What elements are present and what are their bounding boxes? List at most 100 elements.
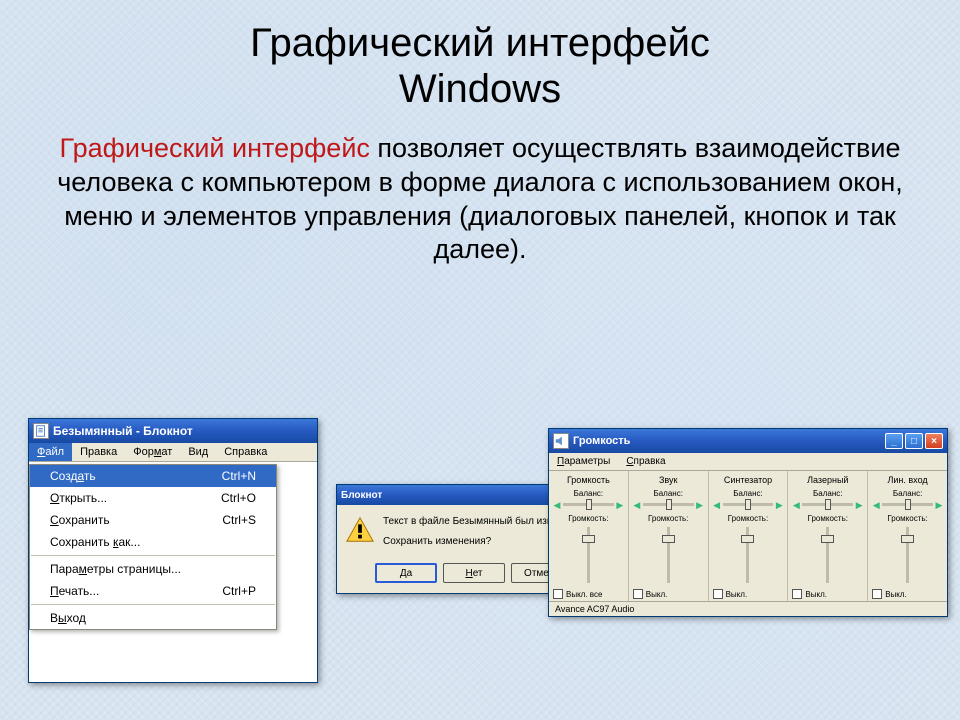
notepad-window: Безымянный - Блокнот Файл Правка Формат … [28, 418, 318, 683]
speaker-icon [553, 433, 569, 449]
notepad-titlebar[interactable]: Безымянный - Блокнот [29, 419, 317, 443]
mute-label: Выкл. [646, 590, 668, 599]
mute-checkbox[interactable] [872, 589, 882, 599]
channel-name: Звук [633, 475, 704, 485]
speaker-right-icon: ▶ [855, 500, 863, 508]
mute-label: Выкл. [885, 590, 907, 599]
volume-thumb[interactable] [901, 535, 914, 543]
mute-row: Выкл. [872, 589, 943, 599]
balance-thumb[interactable] [586, 499, 592, 510]
balance-slider[interactable]: ◀▶ [792, 500, 863, 508]
balance-thumb[interactable] [905, 499, 911, 510]
mixer-channel: ЛазерныйБаланс:◀▶Громкость:Выкл. [788, 471, 868, 601]
no-button[interactable]: Нет [443, 563, 505, 583]
menu-item-print[interactable]: Печать...Ctrl+P [30, 580, 276, 602]
balance-thumb[interactable] [666, 499, 672, 510]
volume-mixer-window: Громкость _ □ × Параметры Справка Громко… [548, 428, 948, 617]
mixer-body: ГромкостьБаланс:◀▶Громкость:Выкл. всеЗву… [549, 471, 947, 601]
volume-thumb[interactable] [582, 535, 595, 543]
volume-slider[interactable] [633, 525, 704, 585]
file-dropdown: СоздатьCtrl+N Открыть...Ctrl+O Сохранить… [29, 464, 277, 630]
volume-slider[interactable] [792, 525, 863, 585]
channel-name: Лазерный [792, 475, 863, 485]
mute-checkbox[interactable] [553, 589, 563, 599]
mixer-status: Avance AC97 Audio [549, 601, 947, 616]
menu-item-exit[interactable]: Выход [30, 607, 276, 629]
channel-name: Лин. вход [872, 475, 943, 485]
mute-label: Выкл. все [566, 590, 602, 599]
volume-slider[interactable] [553, 525, 624, 585]
menu-edit[interactable]: Правка [72, 443, 125, 461]
menu-item-save[interactable]: СохранитьCtrl+S [30, 509, 276, 531]
balance-label: Баланс: [553, 489, 624, 498]
mute-row: Выкл. [633, 589, 704, 599]
title-line-2: Windows [399, 67, 561, 111]
menu-item-saveas[interactable]: Сохранить как... [30, 531, 276, 553]
menu-separator-1 [31, 555, 275, 556]
speaker-left-icon: ◀ [553, 500, 561, 508]
notepad-title: Безымянный - Блокнот [53, 424, 313, 438]
slide-title: Графический интерфейс Windows [0, 0, 960, 112]
volume-thumb[interactable] [821, 535, 834, 543]
warning-icon [345, 515, 375, 545]
mixer-channel: ГромкостьБаланс:◀▶Громкость:Выкл. все [549, 471, 629, 601]
speaker-left-icon: ◀ [633, 500, 641, 508]
volume-label: Громкость: [872, 514, 943, 523]
speaker-right-icon: ▶ [616, 500, 624, 508]
mixer-title: Громкость [573, 435, 885, 447]
volume-slider[interactable] [872, 525, 943, 585]
close-icon[interactable]: × [925, 433, 943, 449]
balance-slider[interactable]: ◀▶ [633, 500, 704, 508]
mute-checkbox[interactable] [713, 589, 723, 599]
mute-row: Выкл. [713, 589, 784, 599]
slide-body: Графический интерфейс позволяет осуществ… [0, 112, 960, 267]
volume-thumb[interactable] [662, 535, 675, 543]
menu-item-create[interactable]: СоздатьCtrl+N [30, 465, 276, 487]
speaker-right-icon: ▶ [935, 500, 943, 508]
mute-row: Выкл. все [553, 589, 624, 599]
mute-label: Выкл. [726, 590, 748, 599]
mixer-menubar: Параметры Справка [549, 453, 947, 471]
menu-item-open[interactable]: Открыть...Ctrl+O [30, 487, 276, 509]
mute-checkbox[interactable] [633, 589, 643, 599]
balance-slider[interactable]: ◀▶ [872, 500, 943, 508]
menu-file[interactable]: Файл [29, 443, 72, 461]
balance-label: Баланс: [633, 489, 704, 498]
volume-label: Громкость: [553, 514, 624, 523]
maximize-icon[interactable]: □ [905, 433, 923, 449]
mixer-menu-help[interactable]: Справка [618, 453, 673, 470]
balance-thumb[interactable] [825, 499, 831, 510]
volume-thumb[interactable] [741, 535, 754, 543]
balance-label: Баланс: [792, 489, 863, 498]
volume-label: Громкость: [633, 514, 704, 523]
menu-view[interactable]: Вид [180, 443, 216, 461]
title-line-1: Графический интерфейс [250, 21, 710, 65]
mixer-menu-params[interactable]: Параметры [549, 453, 618, 470]
mute-label: Выкл. [805, 590, 827, 599]
volume-label: Громкость: [792, 514, 863, 523]
balance-slider[interactable]: ◀▶ [713, 500, 784, 508]
speaker-left-icon: ◀ [792, 500, 800, 508]
volume-slider[interactable] [713, 525, 784, 585]
minimize-icon[interactable]: _ [885, 433, 903, 449]
balance-thumb[interactable] [745, 499, 751, 510]
mute-checkbox[interactable] [792, 589, 802, 599]
channel-name: Синтезатор [713, 475, 784, 485]
definition-term: Графический интерфейс [60, 133, 370, 163]
speaker-left-icon: ◀ [713, 500, 721, 508]
mixer-titlebar[interactable]: Громкость _ □ × [549, 429, 947, 453]
mixer-channel: Синтезатор Баланс: ◀▶ Громкость: Выкл. [709, 471, 789, 601]
menu-help[interactable]: Справка [216, 443, 275, 461]
speaker-left-icon: ◀ [872, 500, 880, 508]
yes-button[interactable]: Да [375, 563, 437, 583]
balance-slider[interactable]: ◀▶ [553, 500, 624, 508]
notepad-icon [33, 423, 49, 439]
menu-format[interactable]: Формат [125, 443, 180, 461]
balance-label: Баланс: [713, 489, 784, 498]
notepad-menubar: Файл Правка Формат Вид Справка [29, 443, 317, 462]
mixer-channel: Звук Баланс: ◀▶ Громкость: Выкл. [629, 471, 709, 601]
channel-name: Громкость [553, 475, 624, 485]
menu-separator-2 [31, 604, 275, 605]
menu-item-pagesetup[interactable]: Параметры страницы... [30, 558, 276, 580]
volume-label: Громкость: [713, 514, 784, 523]
